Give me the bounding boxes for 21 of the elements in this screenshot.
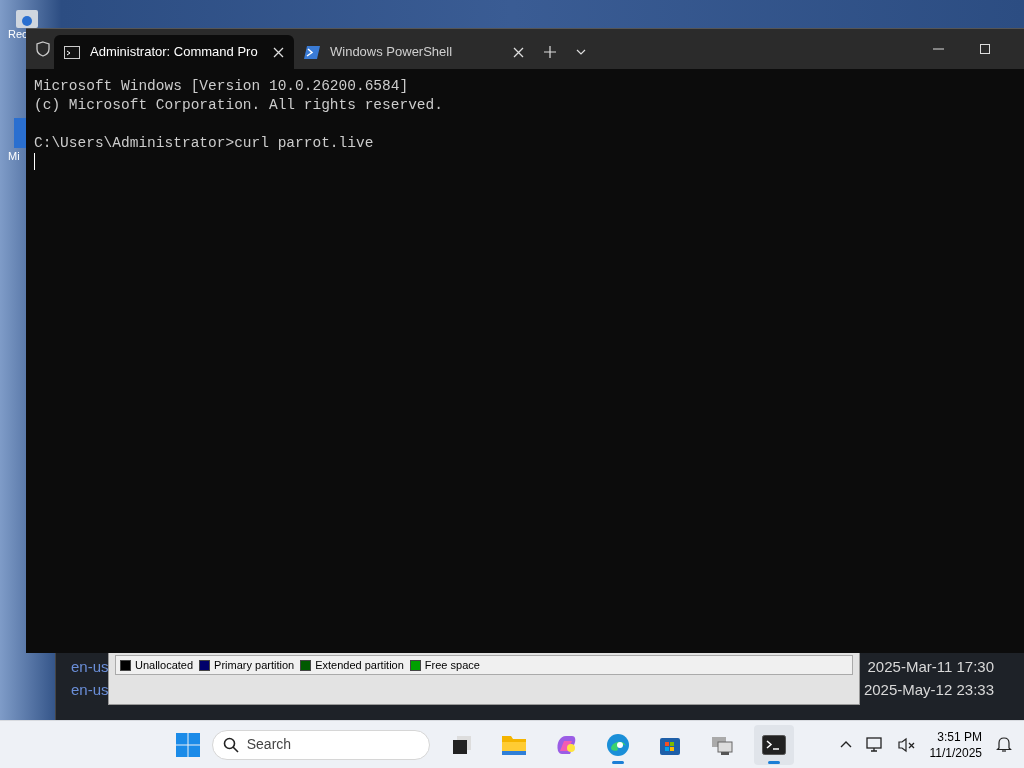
tab-title: Windows PowerShell (330, 43, 454, 62)
search-input[interactable]: Search (246, 734, 397, 755)
terminal-tab[interactable]: Windows PowerShell (294, 35, 534, 69)
clock-date[interactable]: 11/1/2025 (929, 744, 982, 761)
console-output[interactable]: Microsoft Windows [Version 10.0.26200.6584] (c) Microsoft Corporation. All rights reserved. C:\Users\Administrator>curl parrot.live (26, 69, 1024, 653)
file-name[interactable]: en-us (71, 681, 109, 698)
file-name[interactable]: en-us (71, 658, 109, 675)
file-date: 2025-Mar-11 17:30 (867, 658, 994, 675)
legend-label: Free space (424, 657, 480, 673)
search-field[interactable]: Search (211, 729, 430, 760)
legend-label: Extended partition (315, 657, 404, 673)
legend-label: Unallocated (135, 657, 194, 673)
console-line: C:\Users\Administrator>curl parrot.live (34, 134, 374, 153)
console-line: Microsoft Windows [Version 10.0.26200.6584] (34, 77, 409, 96)
desktop-icon-label[interactable]: Mi (8, 150, 20, 163)
console-line: (c) Microsoft Corporation. All rights reserved. (34, 96, 443, 115)
terminal-tab[interactable]: Administrator: Command Pro (54, 35, 294, 69)
legend-label: Primary partition (214, 657, 295, 673)
clock-time[interactable]: 3:51 PM (937, 728, 982, 745)
file-date: 2025-May-12 23:33 (863, 681, 994, 698)
tab-title: Administrator: Command Pro (90, 43, 259, 62)
